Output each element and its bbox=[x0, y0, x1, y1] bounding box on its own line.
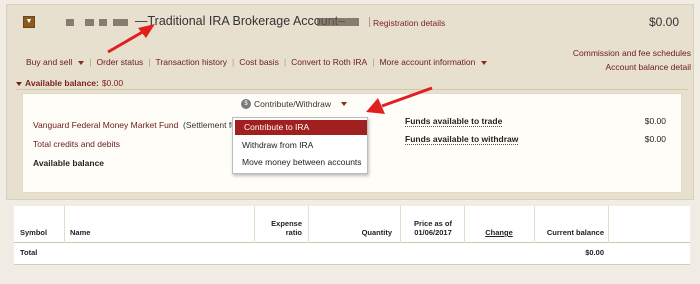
order-status-link[interactable]: Order status bbox=[97, 57, 144, 67]
buy-sell-menu[interactable]: Buy and sell bbox=[26, 57, 85, 67]
column-header-change[interactable]: Change bbox=[470, 228, 528, 237]
column-header-expense-ratio: Expense ratio bbox=[271, 219, 302, 237]
separator: | bbox=[283, 57, 287, 67]
chevron-down-icon bbox=[341, 102, 348, 106]
contribute-to-ira-option[interactable]: Contribute to IRA bbox=[235, 120, 367, 135]
column-header-quantity: Quantity bbox=[361, 228, 392, 237]
column-header-current-balance: Current balance bbox=[546, 228, 604, 237]
more-account-info-menu[interactable]: More account information bbox=[379, 57, 488, 67]
funds-trade-value: $0.00 bbox=[644, 116, 666, 126]
total-credits-link[interactable]: Total credits and debits bbox=[33, 139, 120, 149]
redacted-block bbox=[113, 19, 128, 26]
account-title: —Traditional IRA Brokerage Account– bbox=[135, 14, 346, 28]
dollar-circle-icon: $ bbox=[241, 99, 251, 109]
funds-withdraw-label: Funds available to withdraw bbox=[405, 134, 519, 145]
convert-roth-link[interactable]: Convert to Roth IRA bbox=[291, 57, 367, 67]
redacted-block bbox=[66, 19, 74, 26]
registration-details-link[interactable]: Registration details bbox=[373, 18, 445, 28]
table-header: Symbol Name Expense ratio Quantity Price … bbox=[14, 206, 690, 243]
holdings-table: Symbol Name Expense ratio Quantity Price … bbox=[14, 206, 690, 265]
commission-fee-link[interactable]: Commission and fee schedules bbox=[573, 48, 691, 58]
total-row-balance: $0.00 bbox=[585, 248, 604, 257]
chevron-down-icon bbox=[481, 60, 488, 65]
cost-basis-link[interactable]: Cost basis bbox=[239, 57, 279, 67]
column-header-symbol: Symbol bbox=[20, 228, 48, 237]
transaction-history-link[interactable]: Transaction history bbox=[156, 57, 228, 67]
caret-down-icon bbox=[16, 81, 22, 86]
separator: | bbox=[372, 57, 375, 67]
column-divider bbox=[64, 206, 65, 243]
funds-trade-label: Funds available to trade bbox=[405, 116, 503, 127]
account-toolbar: Buy and sell | Order status | Transactio… bbox=[26, 57, 488, 67]
column-divider bbox=[400, 206, 401, 243]
column-divider bbox=[254, 206, 255, 243]
total-row-label: Total bbox=[20, 248, 38, 257]
contribute-withdraw-menu[interactable]: $ Contribute/Withdraw bbox=[241, 99, 348, 109]
separator: | bbox=[148, 57, 151, 67]
column-divider bbox=[308, 206, 309, 243]
separator: | bbox=[89, 57, 92, 67]
withdraw-from-ira-option[interactable]: Withdraw from IRA bbox=[233, 138, 367, 153]
redacted-block bbox=[85, 19, 94, 26]
contribute-withdraw-dropdown: Contribute to IRA Withdraw from IRA Move… bbox=[232, 117, 368, 174]
available-balance-label: Available balance bbox=[33, 158, 105, 168]
column-divider bbox=[534, 206, 535, 243]
total-balance: $0.00 bbox=[648, 15, 679, 29]
divider bbox=[369, 17, 370, 27]
column-divider bbox=[464, 206, 465, 243]
funds-withdraw-value: $0.00 bbox=[644, 134, 666, 144]
divider bbox=[16, 89, 688, 90]
collapse-toggle-icon[interactable]: ▼ bbox=[23, 16, 35, 28]
chevron-down-icon bbox=[78, 60, 85, 65]
redacted-block bbox=[317, 18, 359, 26]
available-balance-toggle[interactable]: Available balance: $0.00 bbox=[16, 78, 123, 88]
move-money-option[interactable]: Move money between accounts bbox=[233, 155, 367, 170]
table-row: Total $0.00 bbox=[14, 243, 690, 265]
settlement-fund-note: (Settlement fu bbox=[183, 120, 236, 130]
column-header-name: Name bbox=[70, 228, 91, 237]
money-market-fund-link[interactable]: Vanguard Federal Money Market Fund bbox=[33, 120, 178, 130]
separator: | bbox=[232, 57, 235, 67]
account-balance-detail-link[interactable]: Account balance detail bbox=[605, 62, 691, 72]
column-header-price: Price as of 01/06/2017 bbox=[414, 219, 452, 237]
column-divider bbox=[608, 206, 609, 243]
redacted-block bbox=[99, 19, 107, 26]
